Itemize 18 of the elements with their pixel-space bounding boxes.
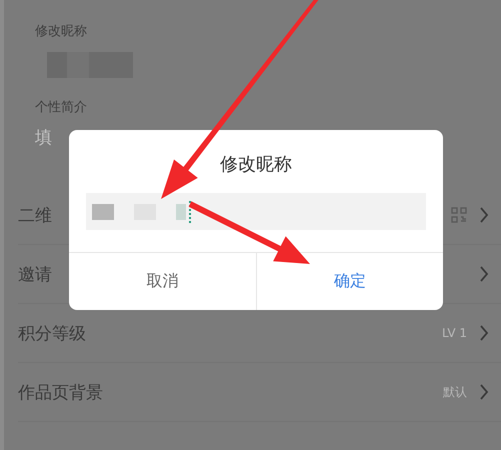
row-value: LV 1 — [442, 326, 467, 340]
chevron-icon — [479, 207, 489, 223]
row-label: 邀请 — [18, 264, 52, 286]
field-label: 个性简介 — [35, 99, 88, 116]
input-field[interactable] — [86, 193, 426, 230]
qr-code-icon — [451, 207, 467, 223]
row-value: 默认 — [443, 384, 467, 400]
dialog-title: 修改昵称 — [219, 153, 293, 176]
chevron-icon — [479, 266, 489, 282]
field-label: 修改昵称 — [35, 23, 88, 40]
row-label: 作品页背景 — [18, 382, 103, 404]
chevron-icon — [479, 325, 489, 341]
row-label: 二维 — [18, 204, 52, 226]
cancel-button[interactable]: 取消 — [69, 252, 256, 310]
settings-row[interactable]: 作品页背景 默认 — [18, 363, 501, 422]
text-input[interactable]: 填 — [35, 126, 52, 149]
chevron-icon — [479, 384, 489, 400]
row-label: 积分等级 — [18, 322, 86, 344]
